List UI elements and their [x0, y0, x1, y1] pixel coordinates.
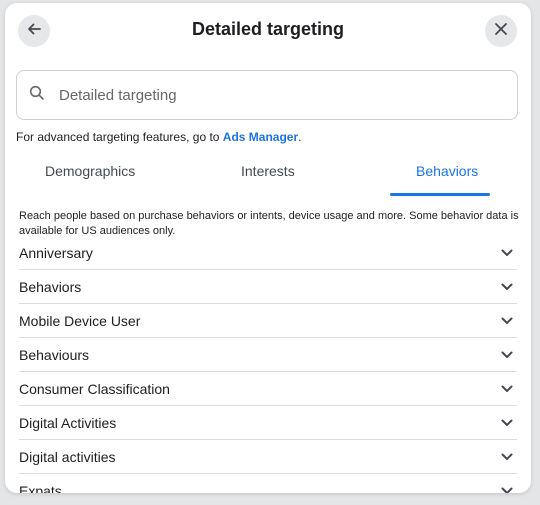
targeting-tabs: Demographics Interests Behaviors — [5, 153, 531, 199]
chevron-down-icon[interactable] — [501, 281, 513, 293]
category-label: Consumer Classification — [19, 381, 170, 397]
category-label: Behaviours — [19, 347, 90, 363]
detailed-targeting-dialog: Detailed targeting For advanced targetin… — [5, 3, 531, 493]
tab-interests[interactable]: Interests — [241, 163, 295, 179]
category-row-behaviours[interactable]: Behaviours — [19, 339, 517, 372]
category-label: Mobile Device User — [19, 313, 141, 329]
chevron-down-icon[interactable] — [501, 315, 513, 327]
behavior-category-list: Anniversary Behaviors Mobile Device User… — [19, 237, 517, 493]
search-box[interactable] — [16, 70, 518, 120]
category-row-expats[interactable]: Expats — [19, 475, 517, 493]
category-label: Digital Activities — [19, 415, 117, 431]
tab-description: Reach people based on purchase behaviors… — [19, 210, 519, 237]
dialog-header: Detailed targeting — [5, 3, 531, 59]
category-row-mobile-device-user[interactable]: Mobile Device User — [19, 305, 517, 338]
category-row-behaviors[interactable]: Behaviors — [19, 271, 517, 304]
advanced-targeting-note: For advanced targeting features, go to A… — [16, 130, 302, 144]
dialog-title: Detailed targeting — [191, 19, 345, 39]
category-row-digital-activities[interactable]: Digital Activities — [19, 407, 517, 440]
tab-demographics[interactable]: Demographics — [45, 163, 135, 179]
chevron-down-icon[interactable] — [501, 349, 513, 361]
category-label: Expats — [19, 483, 62, 493]
advanced-suffix: . — [298, 130, 302, 144]
search-icon — [29, 85, 45, 106]
category-label: Digital activities — [19, 449, 116, 465]
category-row-digital-activities-2[interactable]: Digital activities — [19, 441, 517, 474]
close-button[interactable] — [485, 15, 517, 47]
category-row-consumer-classification[interactable]: Consumer Classification — [19, 373, 517, 406]
close-icon — [494, 22, 508, 41]
advanced-text: For advanced targeting features, go to — [16, 130, 223, 144]
chevron-down-icon[interactable] — [501, 485, 513, 493]
category-label: Behaviors — [19, 279, 82, 295]
tab-behaviors[interactable]: Behaviors — [416, 163, 478, 179]
chevron-down-icon[interactable] — [501, 451, 513, 463]
chevron-down-icon[interactable] — [501, 247, 513, 259]
category-row-anniversary[interactable]: Anniversary — [19, 237, 517, 270]
active-tab-indicator — [390, 193, 490, 196]
chevron-down-icon[interactable] — [501, 383, 513, 395]
category-label: Anniversary — [19, 245, 93, 261]
ads-manager-link[interactable]: Ads Manager — [223, 130, 298, 144]
search-input[interactable] — [57, 85, 481, 105]
chevron-down-icon[interactable] — [501, 417, 513, 429]
